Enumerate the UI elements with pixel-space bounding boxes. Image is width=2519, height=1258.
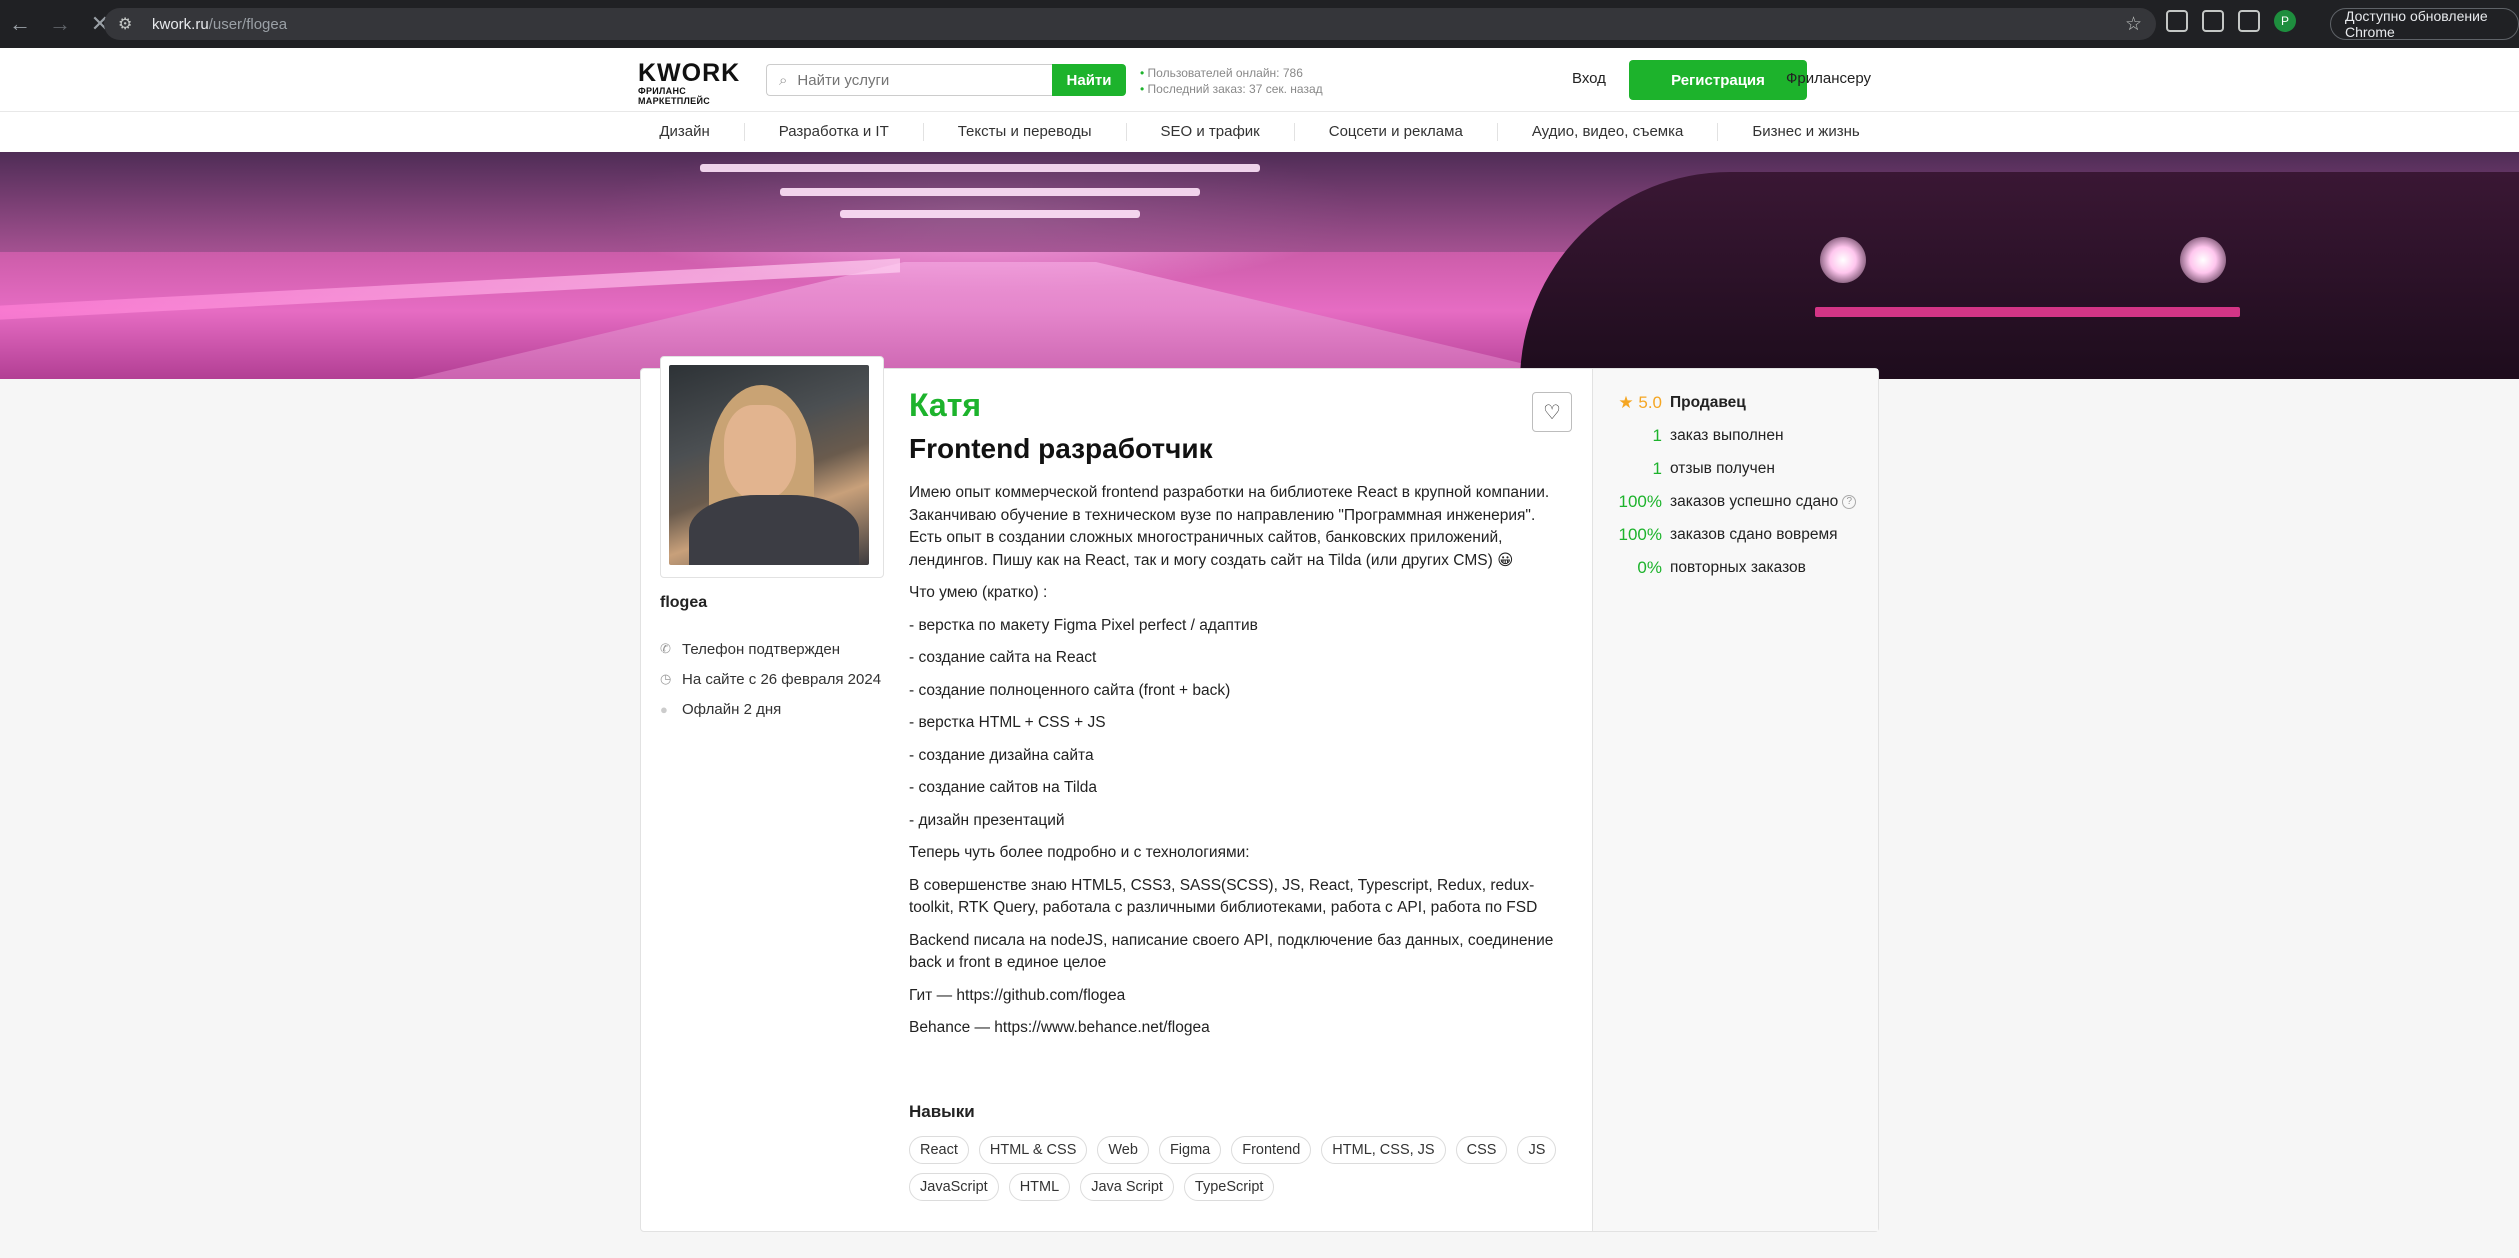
skill-tag[interactable]: TypeScript xyxy=(1183,1173,1275,1201)
stat-row: 1 отзыв получен xyxy=(1652,458,1775,478)
skill-tag[interactable]: Java Script xyxy=(1080,1173,1174,1201)
extensions-puzzle-icon[interactable] xyxy=(2238,10,2260,32)
search-icon: ⌕ xyxy=(779,71,788,89)
category-texts[interactable]: Тексты и переводы xyxy=(924,123,1127,141)
offline-status-icon: ● xyxy=(660,701,668,717)
stat-row: 1 заказ выполнен xyxy=(1652,425,1784,445)
favorite-heart-button[interactable]: ♡ xyxy=(1532,392,1572,432)
skill-tag[interactable]: HTML xyxy=(1008,1173,1071,1201)
skill-tag[interactable]: Web xyxy=(1097,1136,1149,1164)
profile-description: Имею опыт коммерческой frontend разработ… xyxy=(909,484,1554,1036)
back-icon[interactable]: ← xyxy=(0,4,40,44)
address-bar[interactable]: ⚙ kwork.ru/user/flogea ☆ xyxy=(104,8,2156,40)
stat-row: 0% повторных заказов xyxy=(1637,557,1806,577)
skill-tag[interactable]: HTML, CSS, JS xyxy=(1321,1136,1446,1164)
login-link[interactable]: Вход xyxy=(1572,70,1606,87)
url-text: kwork.ru/user/flogea xyxy=(152,15,288,33)
skill-tag[interactable]: Frontend xyxy=(1231,1136,1312,1164)
avatar xyxy=(660,356,884,578)
phone-icon: ✆ xyxy=(660,641,671,656)
category-audio-video[interactable]: Аудио, видео, съемка xyxy=(1498,123,1719,141)
category-social[interactable]: Соцсети и реклама xyxy=(1295,123,1498,141)
category-design[interactable]: Дизайн xyxy=(625,123,745,141)
category-seo[interactable]: SEO и трафик xyxy=(1127,123,1295,141)
site-header: KWORK ФРИЛАНС МАРКЕТПЛЕЙС ⌕ Найти • Поль… xyxy=(0,48,2519,112)
kwork-logo[interactable]: KWORK ФРИЛАНС МАРКЕТПЛЕЙС xyxy=(638,60,750,106)
profile-cover-banner xyxy=(0,152,2519,379)
rating-value: ★ 5.0 xyxy=(1618,392,1662,412)
category-nav: Дизайн Разработка и IT Тексты и переводы… xyxy=(0,112,2519,152)
register-button[interactable]: Регистрация xyxy=(1629,60,1807,100)
freelancer-link[interactable]: Фрилансеру xyxy=(1786,70,1871,87)
skills-heading: Навыки xyxy=(909,1102,975,1121)
extension-icon[interactable] xyxy=(2202,10,2224,32)
category-dev-it[interactable]: Разработка и IT xyxy=(745,123,924,141)
skill-tag[interactable]: JavaScript xyxy=(909,1173,999,1201)
skills-list: React HTML & CSS Web Figma Frontend HTML… xyxy=(909,1136,1559,1201)
skill-tag[interactable]: HTML & CSS xyxy=(978,1136,1088,1164)
username: flogea xyxy=(660,594,708,611)
profile-name: Катя xyxy=(909,387,982,423)
site-info-icon[interactable]: ⚙ xyxy=(118,14,144,34)
stat-row: 100% заказов успешно сдано? xyxy=(1610,485,1857,518)
search-bar: ⌕ Найти xyxy=(766,64,1126,96)
forward-icon[interactable]: → xyxy=(40,4,80,44)
help-icon[interactable]: ? xyxy=(1842,494,1857,509)
browser-toolbar: ← → ✕ ⚙ kwork.ru/user/flogea ☆ P Доступн… xyxy=(0,0,2519,48)
clock-icon: ◷ xyxy=(660,671,672,686)
skill-tag[interactable]: React xyxy=(909,1136,969,1164)
search-input[interactable] xyxy=(797,71,1028,89)
category-business[interactable]: Бизнес и жизнь xyxy=(1718,123,1893,141)
extension-icon[interactable] xyxy=(2166,10,2188,32)
bookmark-star-icon[interactable]: ☆ xyxy=(2125,13,2142,36)
skill-tag[interactable]: JS xyxy=(1517,1136,1557,1164)
skill-tag[interactable]: Figma xyxy=(1158,1136,1222,1164)
search-button[interactable]: Найти xyxy=(1052,64,1126,96)
profile-main: Катя Frontend разработчик Имею опыт комм… xyxy=(909,386,1559,1050)
chrome-update-button[interactable]: Доступно обновление Chrome xyxy=(2330,8,2519,40)
profile-meta: ✆ Телефон подтвержден ◷ На сайте с 26 февр… xyxy=(660,640,882,718)
star-icon: ★ xyxy=(1618,392,1639,412)
stat-row: 100% заказов сдано вовремя xyxy=(1618,524,1838,544)
site-stats: • Пользователей онлайн: 786 • Последний … xyxy=(1140,66,1323,96)
seller-stats: ★ 5.0 Продавец 1 заказ выполнен 1 отзыв по… xyxy=(1610,386,1857,584)
rating-row: ★ 5.0 Продавец xyxy=(1610,386,1856,419)
profile-title: Frontend разработчик xyxy=(909,433,1213,464)
skill-tag[interactable]: CSS xyxy=(1455,1136,1508,1164)
profile-avatar[interactable]: P xyxy=(2274,10,2296,32)
